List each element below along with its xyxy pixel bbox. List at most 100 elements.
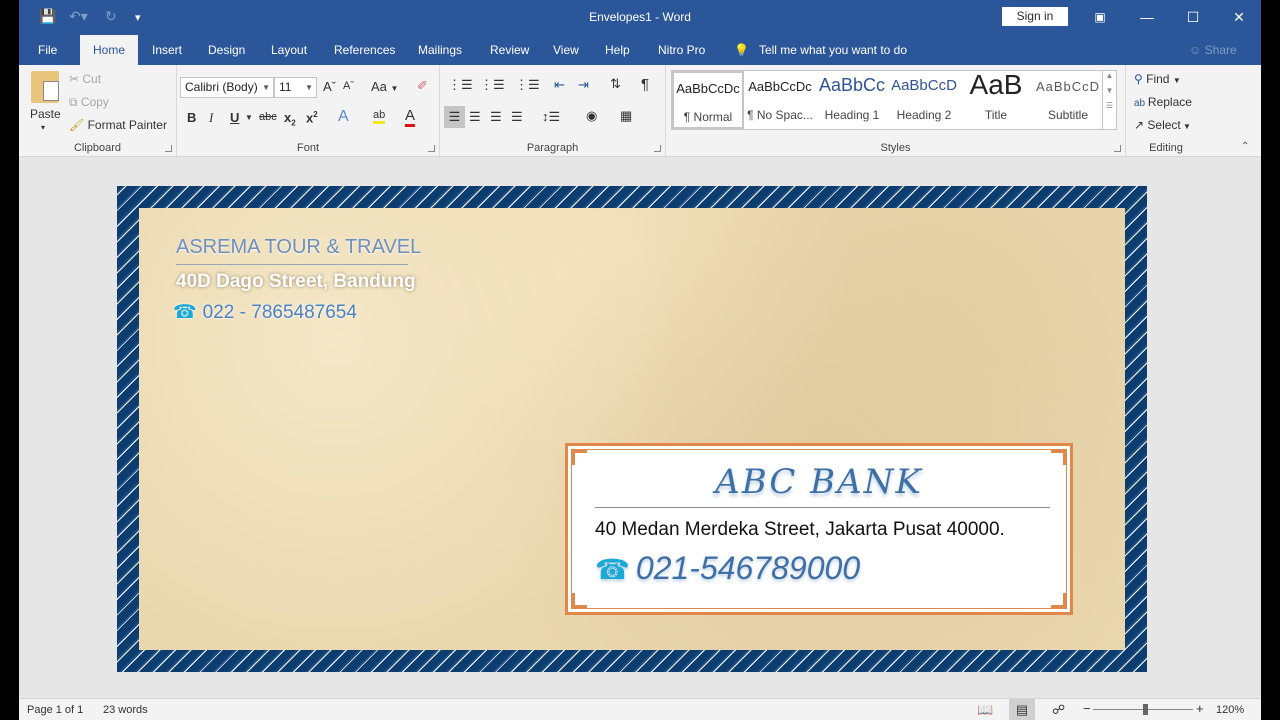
paste-dropdown-icon[interactable]: ▾ — [41, 123, 45, 132]
scroll-up-icon[interactable]: ▲ — [1103, 71, 1116, 80]
tab-nitro-pro[interactable]: Nitro Pro — [648, 35, 715, 65]
style-no-spacing[interactable]: AaBbCcDc ¶ No Spac... — [744, 71, 816, 129]
styles-scroll[interactable]: ▲ ▼ ☰ — [1102, 71, 1116, 129]
style-name: Title — [984, 108, 1008, 122]
sign-in-button[interactable]: Sign in — [1002, 7, 1068, 26]
read-mode-icon[interactable]: 📖 — [977, 702, 993, 718]
clear-formatting-icon[interactable]: ✐ — [417, 78, 428, 94]
tab-mailings[interactable]: Mailings — [408, 35, 472, 65]
style-title[interactable]: AaB Title — [960, 69, 1032, 129]
zoom-in-button[interactable]: + — [1196, 701, 1204, 716]
align-left-button[interactable]: ☰ — [444, 106, 465, 128]
web-layout-icon[interactable]: ☍ — [1052, 702, 1065, 718]
tab-home[interactable]: Home — [80, 35, 138, 65]
strikethrough-button[interactable]: abc — [259, 111, 277, 123]
lightbulb-icon: 💡 — [734, 43, 749, 57]
sort-icon[interactable]: ⇅ — [610, 76, 621, 92]
grow-font-icon[interactable]: Aˇ — [323, 79, 336, 94]
justify-button[interactable]: ☰ — [511, 109, 523, 125]
share-label: Share — [1204, 43, 1237, 57]
tab-file[interactable]: File — [28, 35, 67, 65]
tab-design[interactable]: Design — [198, 35, 255, 65]
text-effects-icon[interactable]: A — [338, 108, 349, 126]
maximize-button[interactable]: ☐ — [1178, 6, 1208, 28]
line-spacing-icon[interactable]: ↕☰ — [542, 109, 560, 125]
minimize-button[interactable]: — — [1132, 6, 1162, 28]
font-name-select[interactable]: Calibri (Body) ▼ — [180, 77, 274, 98]
multilevel-list-icon[interactable]: ⋮☰ — [515, 77, 540, 93]
word-count[interactable]: 23 words — [103, 704, 148, 716]
replace-button[interactable]: ab Replace — [1134, 95, 1192, 109]
highlight-color-icon[interactable]: ab — [373, 109, 386, 124]
corner-ornament — [571, 593, 587, 609]
paragraph-launcher-icon[interactable] — [654, 145, 661, 152]
window-title: Envelopes1 - Word — [589, 10, 691, 24]
shading-icon[interactable]: ◉ — [586, 108, 597, 124]
envelope-paper[interactable]: ASREMA TOUR & TRAVEL 40D Dago Street, Ba… — [139, 208, 1125, 650]
styles-label: Styles — [880, 142, 911, 154]
italic-button[interactable]: I — [209, 110, 213, 126]
clipboard-launcher-icon[interactable] — [165, 145, 172, 152]
align-center-button[interactable]: ☰ — [469, 109, 481, 125]
tab-review[interactable]: Review — [480, 35, 539, 65]
style-normal[interactable]: AaBbCcDc ¶ Normal — [672, 71, 744, 129]
tab-references[interactable]: References — [324, 35, 405, 65]
page-count[interactable]: Page 1 of 1 — [27, 704, 83, 716]
share-button[interactable]: ☺ Share — [1179, 35, 1247, 65]
shrink-font-icon[interactable]: Aˇ — [343, 80, 354, 92]
increase-indent-icon[interactable]: ⇥ — [578, 77, 589, 93]
clipboard-label: Clipboard — [73, 142, 122, 154]
paste-icon[interactable] — [31, 71, 59, 103]
cut-button[interactable]: ✂ Cut — [69, 72, 101, 86]
copy-icon: ⧉ — [69, 95, 81, 109]
recipient-street: 40 Medan Merdeka Street, Jakarta Pusat 4… — [595, 519, 1005, 540]
print-layout-icon[interactable]: ▤ — [1009, 699, 1035, 720]
style-subtitle[interactable]: AaBbCcD Subtitle — [1032, 71, 1104, 129]
format-painter-label: Format Painter — [87, 118, 167, 132]
bold-button[interactable]: B — [187, 110, 196, 125]
zoom-slider-thumb[interactable] — [1143, 704, 1148, 715]
tab-layout[interactable]: Layout — [261, 35, 317, 65]
close-button[interactable]: ✕ — [1224, 6, 1254, 28]
tell-me-label: Tell me what you want to do — [758, 43, 908, 57]
tab-help[interactable]: Help — [595, 35, 640, 65]
ribbon-display-options-icon[interactable]: ▣ — [1085, 6, 1115, 28]
show-formatting-icon[interactable]: ¶ — [641, 76, 649, 93]
style-heading-2[interactable]: AaBbCcD Heading 2 — [888, 71, 960, 129]
person-icon: ☺ — [1189, 43, 1205, 57]
cursor-icon: ↗ — [1134, 118, 1148, 132]
bullets-icon[interactable]: ⋮☰ — [448, 77, 473, 93]
superscript-button[interactable]: x2 — [306, 110, 318, 125]
select-button[interactable]: ↗ Select ▼ — [1134, 118, 1191, 132]
align-right-button[interactable]: ☰ — [490, 109, 502, 125]
change-case-label: Aa — [371, 79, 387, 94]
numbering-icon[interactable]: ⋮☰ — [480, 77, 505, 93]
underline-dropdown-icon[interactable]: ▼ — [245, 113, 253, 122]
font-color-icon[interactable]: A — [405, 107, 416, 127]
more-styles-icon[interactable]: ☰ — [1103, 101, 1116, 110]
zoom-out-button[interactable]: − — [1083, 701, 1091, 716]
underline-button[interactable]: U — [230, 110, 239, 125]
return-company-name: ASREMA TOUR & TRAVEL — [176, 236, 422, 258]
font-launcher-icon[interactable] — [428, 145, 435, 152]
zoom-level[interactable]: 120% — [1216, 704, 1244, 716]
paste-button[interactable]: Paste — [30, 107, 61, 121]
subscript-button[interactable]: x2 — [284, 110, 296, 128]
telephone-icon: ☎ — [595, 554, 630, 585]
tab-view[interactable]: View — [543, 35, 589, 65]
borders-icon[interactable]: ▦ — [620, 108, 632, 124]
delivery-address-box[interactable]: ABC BANK 40 Medan Merdeka Street, Jakart… — [565, 443, 1073, 615]
style-heading-1[interactable]: AaBbCc Heading 1 — [816, 71, 888, 129]
change-case-button[interactable]: Aa ▼ — [371, 79, 398, 94]
copy-button[interactable]: ⧉ Copy — [69, 95, 109, 110]
styles-launcher-icon[interactable] — [1114, 145, 1121, 152]
collapse-ribbon-icon[interactable]: ⌃ — [1241, 141, 1249, 152]
format-painter-button[interactable]: 🖌 Format Painter — [69, 118, 167, 132]
font-size-select[interactable]: 11 ▼ — [274, 77, 317, 98]
tell-me-search[interactable]: 💡 Tell me what you want to do — [724, 35, 917, 65]
find-button[interactable]: ⚲ Find ▼ — [1134, 72, 1181, 86]
chevron-down-icon: ▼ — [305, 83, 313, 92]
decrease-indent-icon[interactable]: ⇤ — [554, 77, 565, 93]
tab-insert[interactable]: Insert — [142, 35, 192, 65]
scroll-down-icon[interactable]: ▼ — [1103, 86, 1116, 95]
